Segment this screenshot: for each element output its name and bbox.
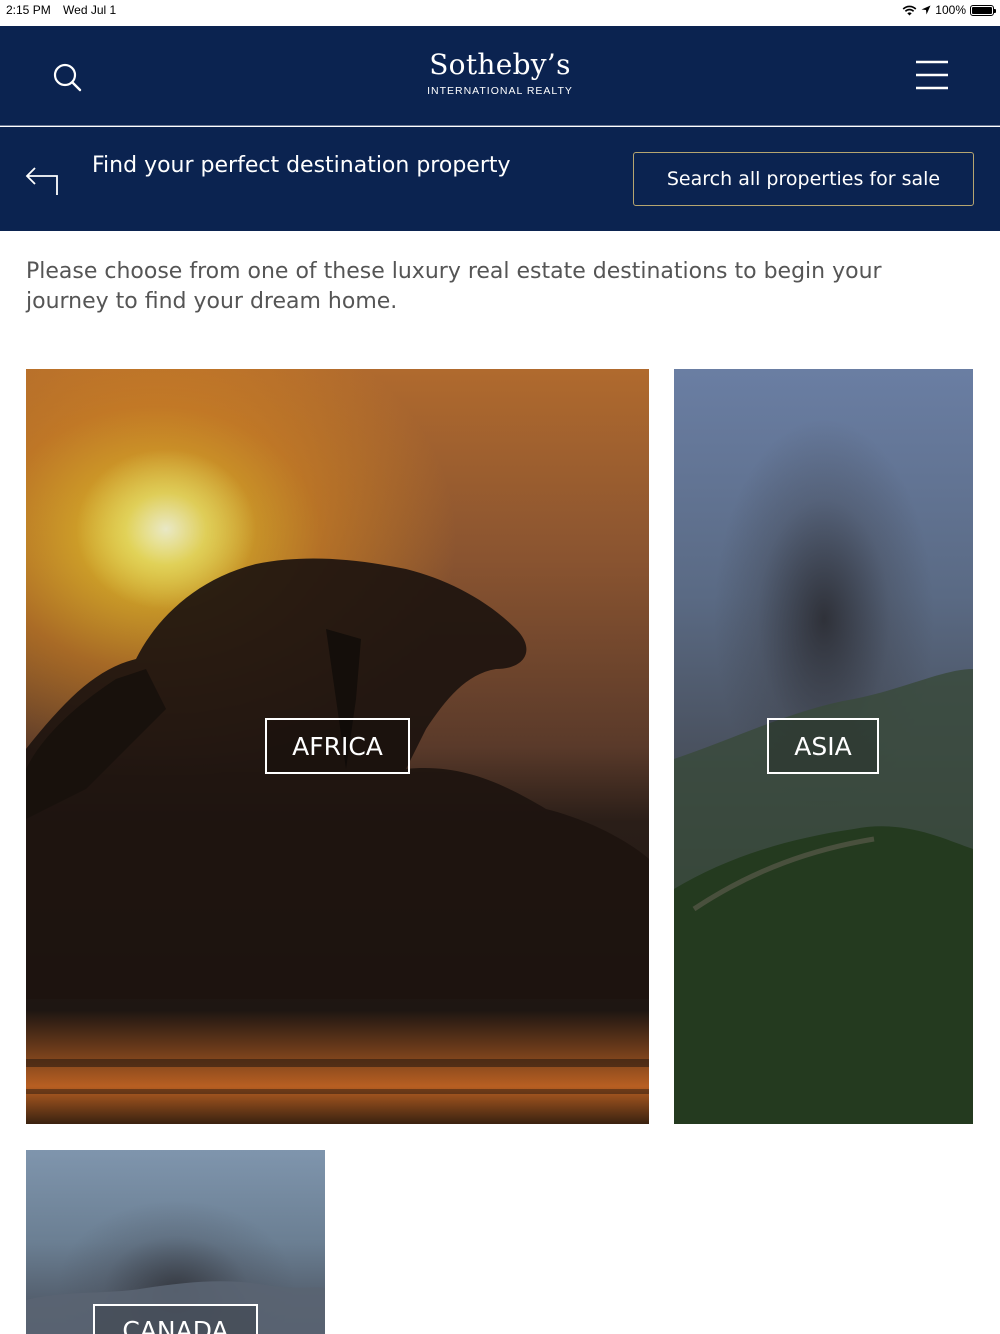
logo-sub-text: INTERNATIONAL REALTY — [427, 85, 573, 97]
sothebys-logo[interactable]: Sotheby’s INTERNATIONAL REALTY — [0, 48, 1000, 97]
logo-main-text: Sotheby’s — [429, 48, 571, 81]
destination-label-asia: ASIA — [767, 718, 879, 774]
location-arrow-icon — [921, 5, 931, 15]
battery-percent: 100% — [935, 3, 966, 17]
app-header: Sotheby’s INTERNATIONAL REALTY — [0, 26, 1000, 126]
status-date: Wed Jul 1 — [63, 3, 117, 17]
hamburger-menu-icon — [916, 60, 948, 90]
status-bar: 2:15 PM Wed Jul 1 100% — [0, 0, 1000, 26]
destination-card-africa[interactable]: AFRICA — [26, 369, 649, 1124]
intro-text: Please choose from one of these luxury r… — [26, 259, 882, 314]
back-arrow-icon — [25, 167, 58, 195]
destination-card-canada[interactable]: CANADA — [26, 1150, 325, 1334]
battery-icon — [970, 4, 996, 16]
destination-subheader: Find your perfect destination property S… — [0, 127, 1000, 231]
back-button[interactable] — [24, 159, 62, 197]
search-all-properties-button[interactable]: Search all properties for sale — [633, 152, 974, 206]
status-left: 2:15 PM Wed Jul 1 — [6, 3, 125, 17]
destination-label-africa: AFRICA — [265, 718, 410, 774]
menu-button[interactable] — [914, 58, 950, 92]
destination-label-canada: CANADA — [93, 1304, 258, 1334]
status-time: 2:15 PM — [6, 3, 51, 17]
wifi-icon — [902, 5, 917, 15]
destination-card-asia[interactable]: ASIA — [674, 369, 973, 1124]
battery-fill — [972, 6, 992, 14]
status-right: 100% — [902, 3, 996, 17]
subheader-title: Find your perfect destination property — [92, 153, 511, 178]
